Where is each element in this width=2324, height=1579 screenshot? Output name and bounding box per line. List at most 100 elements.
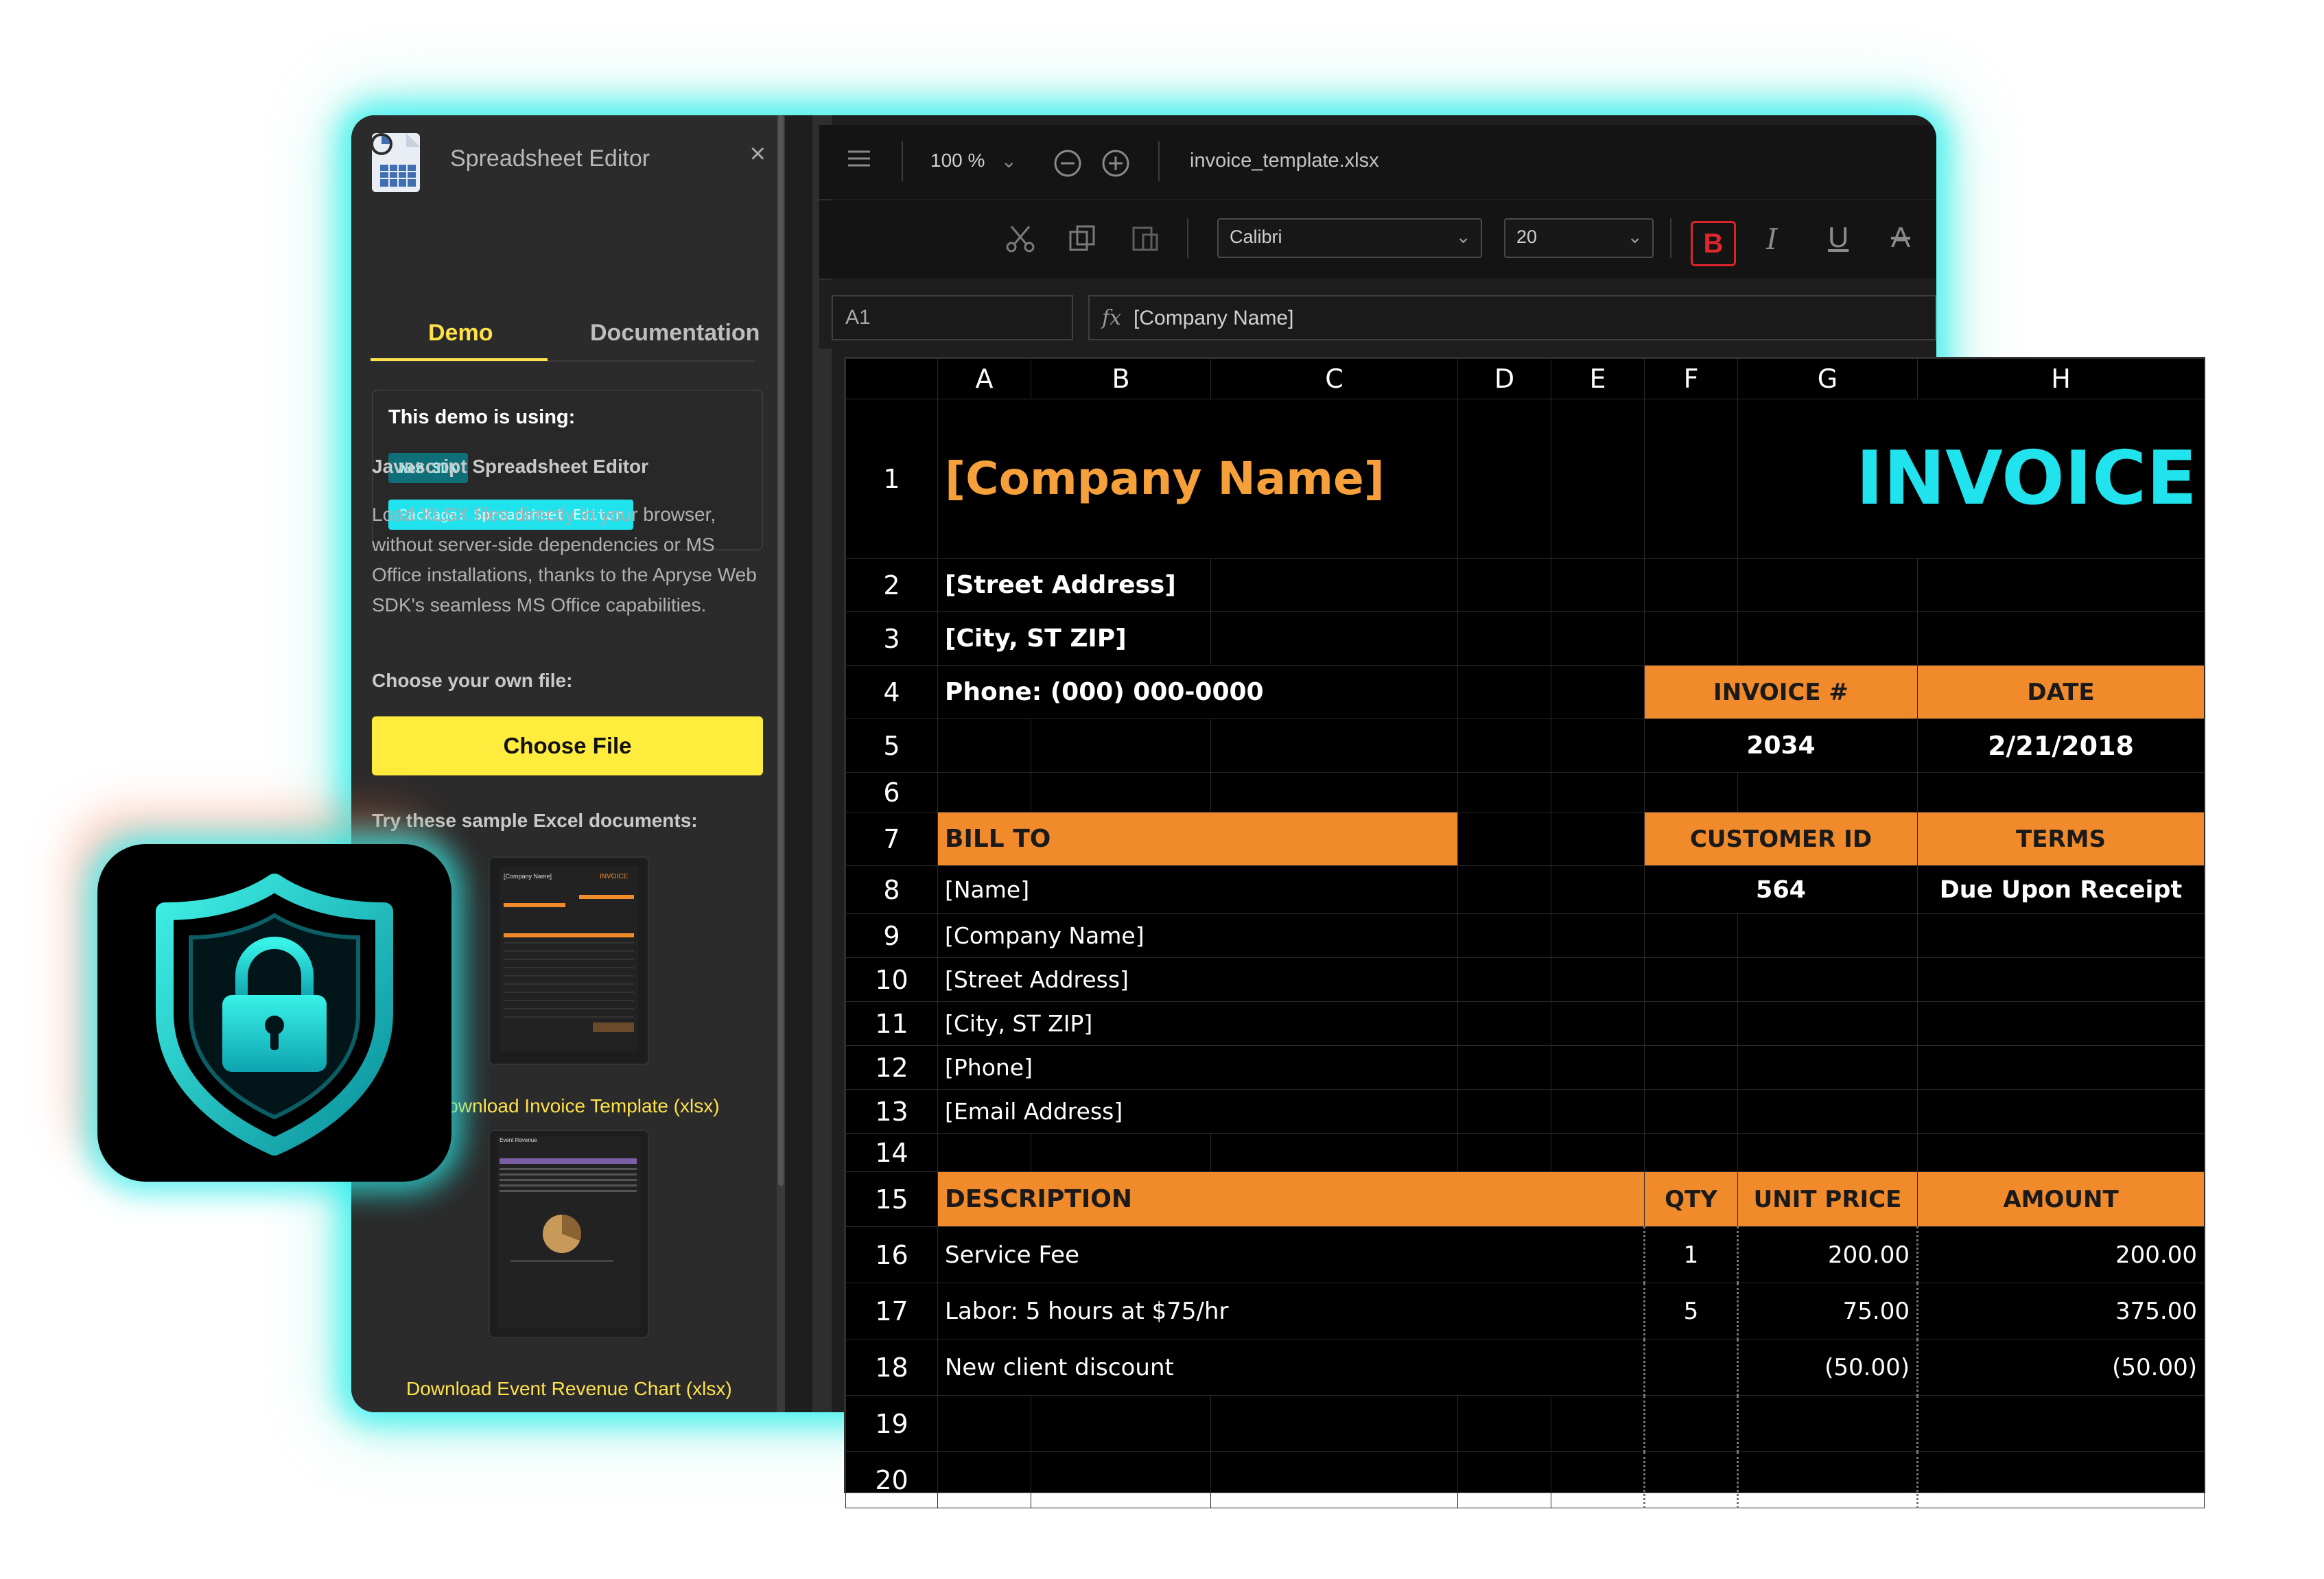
cell[interactable]	[1031, 1451, 1211, 1508]
column-header[interactable]: B	[1031, 358, 1211, 399]
cell[interactable]	[1551, 611, 1645, 666]
cell[interactable]	[1737, 1133, 1918, 1172]
spreadsheet-grid[interactable]: A B C D E F G H 1 [Company Name] INVOICE…	[845, 358, 2205, 1508]
date-header[interactable]: DATE	[1917, 665, 2205, 719]
date-cell[interactable]: 2/21/2018	[1917, 718, 2205, 773]
cell[interactable]	[937, 1395, 1031, 1452]
cell[interactable]	[1457, 1045, 1551, 1090]
row-header[interactable]: 18	[845, 1339, 938, 1396]
cell[interactable]	[1917, 957, 2205, 1002]
row-header[interactable]: 14	[845, 1133, 938, 1172]
street-cell[interactable]: [Street Address]	[937, 558, 1211, 612]
customer-id-header[interactable]: CUSTOMER ID	[1644, 812, 1918, 866]
cell[interactable]	[1644, 1045, 1738, 1090]
cell[interactable]	[1551, 1089, 1645, 1134]
invoice-number-cell[interactable]: 2034	[1644, 718, 1918, 773]
cell[interactable]	[1031, 1133, 1211, 1172]
bold-button[interactable]: B	[1691, 221, 1736, 266]
cell[interactable]	[1644, 1001, 1738, 1046]
cell[interactable]	[1210, 611, 1458, 666]
download-invoice-link[interactable]: Download Invoice Template (xlsx)	[434, 1095, 720, 1117]
qty-header[interactable]: QTY	[1644, 1171, 1738, 1227]
row-header[interactable]: 15	[845, 1171, 938, 1227]
bill-street-cell[interactable]: [Street Address]	[937, 957, 1458, 1002]
invoice-number-header[interactable]: INVOICE #	[1644, 665, 1918, 719]
cell[interactable]	[1551, 812, 1645, 866]
phone-cell[interactable]: Phone: (000) 000-0000	[937, 665, 1458, 719]
cell[interactable]	[1916, 1451, 2205, 1508]
cell[interactable]	[937, 772, 1031, 812]
cell[interactable]	[1644, 957, 1738, 1002]
cell[interactable]	[1917, 558, 2205, 612]
tab-documentation[interactable]: Documentation	[590, 320, 760, 347]
item-qty-cell[interactable]	[1643, 1339, 1738, 1396]
row-header[interactable]: 5	[845, 718, 938, 773]
cell[interactable]	[1737, 1089, 1918, 1134]
cell[interactable]	[1210, 718, 1458, 773]
corner-cell[interactable]	[845, 358, 938, 399]
cell[interactable]	[1457, 865, 1551, 914]
font-select[interactable]: Calibri ⌄	[1217, 218, 1482, 258]
row-header[interactable]: 16	[845, 1226, 938, 1283]
row-header[interactable]: 8	[845, 865, 938, 914]
cell[interactable]	[1551, 1045, 1645, 1090]
row-header[interactable]: 4	[845, 665, 938, 719]
terms-header[interactable]: TERMS	[1917, 812, 2205, 866]
strikethrough-button[interactable]: A	[1891, 221, 1910, 254]
cell[interactable]	[1917, 1045, 2205, 1090]
item-unit-price-cell[interactable]: 75.00	[1737, 1283, 1918, 1340]
item-qty-cell[interactable]: 1	[1643, 1226, 1738, 1283]
invoice-title-cell[interactable]: INVOICE	[1737, 399, 2205, 559]
sidebar-scrollbar[interactable]	[777, 115, 785, 1412]
italic-button[interactable]: I	[1766, 222, 1778, 256]
cell[interactable]	[1737, 1395, 1918, 1452]
amount-header[interactable]: AMOUNT	[1917, 1171, 2205, 1227]
cell[interactable]	[1917, 772, 2205, 812]
close-icon[interactable]: ×	[750, 139, 766, 169]
cell[interactable]	[1916, 1395, 2205, 1452]
row-header[interactable]: 12	[845, 1045, 938, 1090]
item-description-cell[interactable]: Service Fee	[937, 1226, 1645, 1283]
cell[interactable]	[1917, 1133, 2205, 1172]
row-header[interactable]: 3	[845, 611, 938, 666]
cell[interactable]	[1551, 665, 1645, 719]
bill-name-cell[interactable]: [Name]	[937, 865, 1458, 914]
cell[interactable]	[1457, 1089, 1551, 1134]
cell[interactable]	[1210, 1133, 1458, 1172]
cell[interactable]	[1737, 772, 1918, 812]
cell[interactable]	[1644, 558, 1738, 612]
row-header[interactable]: 20	[845, 1451, 938, 1508]
cell[interactable]	[1643, 1395, 1738, 1452]
bill-phone-cell[interactable]: [Phone]	[937, 1045, 1458, 1090]
cell[interactable]	[1457, 558, 1551, 612]
cell[interactable]	[1737, 1045, 1918, 1090]
row-header[interactable]: 19	[845, 1395, 938, 1452]
row-header[interactable]: 10	[845, 957, 938, 1002]
cell[interactable]	[1457, 1133, 1551, 1172]
cell-reference-input[interactable]: A1	[832, 295, 1073, 340]
cell[interactable]	[1917, 1089, 2205, 1134]
row-header[interactable]: 9	[845, 913, 938, 958]
description-header[interactable]: DESCRIPTION	[937, 1171, 1645, 1227]
cell[interactable]	[1551, 1001, 1645, 1046]
cell[interactable]	[1644, 772, 1738, 812]
row-header[interactable]: 13	[845, 1089, 938, 1134]
cell[interactable]	[1457, 772, 1551, 812]
cell[interactable]	[1551, 399, 1645, 559]
cell[interactable]	[1644, 1089, 1738, 1134]
bill-to-header[interactable]: BILL TO	[937, 812, 1458, 866]
cell[interactable]	[1644, 1133, 1738, 1172]
cell[interactable]	[1210, 772, 1458, 812]
customer-id-cell[interactable]: 564	[1644, 865, 1918, 914]
cell[interactable]	[1737, 1451, 1918, 1508]
cell[interactable]	[1737, 957, 1918, 1002]
cell[interactable]	[937, 1133, 1031, 1172]
cell[interactable]	[1457, 665, 1551, 719]
unit-price-header[interactable]: UNIT PRICE	[1737, 1171, 1918, 1227]
column-header[interactable]: G	[1737, 358, 1918, 399]
font-size-select[interactable]: 20 ⌄	[1504, 218, 1654, 258]
column-header[interactable]: A	[937, 358, 1031, 399]
cut-icon[interactable]	[1005, 222, 1036, 254]
cell[interactable]	[1737, 611, 1918, 666]
event-revenue-thumbnail[interactable]: Event Revenue	[489, 1130, 649, 1338]
